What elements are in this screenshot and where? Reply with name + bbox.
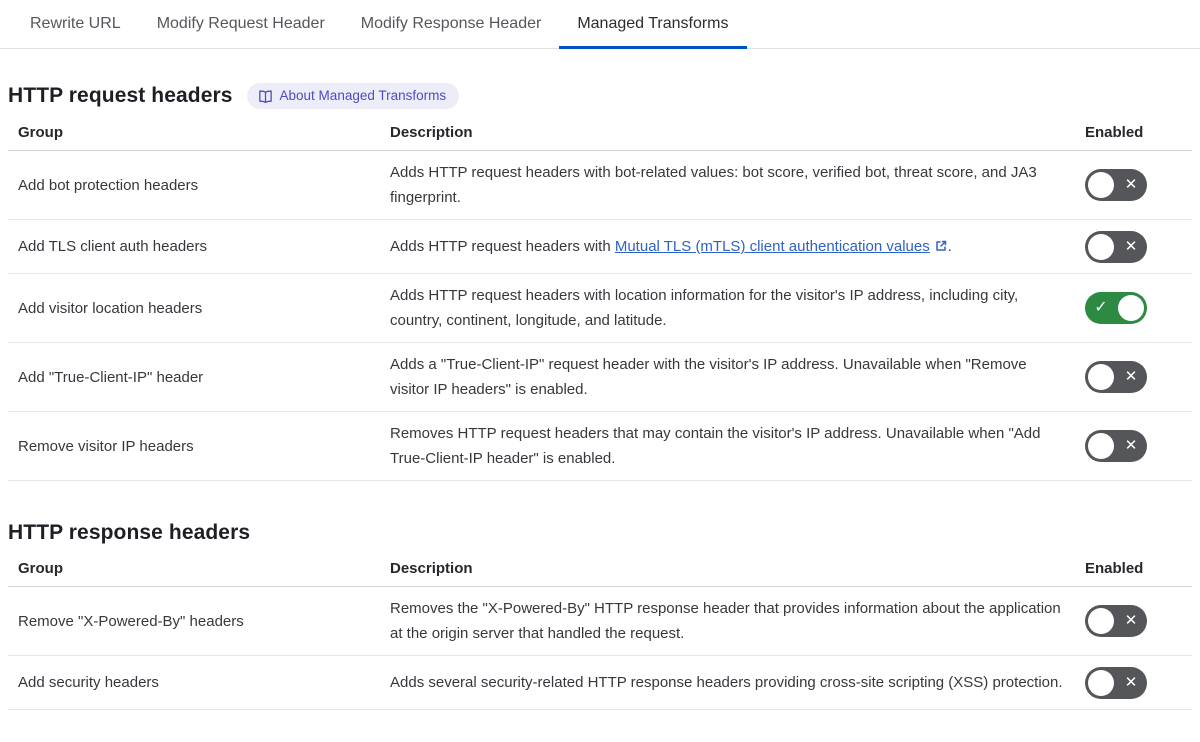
toggle-add-bot-protection-headers[interactable]: ✕ (1085, 169, 1147, 201)
description-cell: Adds HTTP request headers with bot-relat… (390, 164, 1037, 206)
table-row-add-true-client-ip-header: Add "True-Client-IP" header Adds a "True-… (8, 343, 1192, 412)
description-cell: Removes HTTP request headers that may co… (390, 425, 1041, 467)
table-header-row: Group Description Enabled (8, 555, 1192, 587)
tab-modify-request-header[interactable]: Modify Request Header (139, 0, 343, 48)
toggle-add-tls-client-auth-headers[interactable]: ✕ (1085, 230, 1147, 263)
group-cell: Add "True-Client-IP" header (18, 368, 204, 386)
x-icon: ✕ (1124, 673, 1138, 691)
table-row-add-bot-protection-headers: Add bot protection headers Adds HTTP requ… (8, 151, 1192, 220)
request-section-title: HTTP request headers (8, 84, 233, 107)
toggle-knob (1118, 295, 1144, 321)
http-request-headers-section: HTTP request headers About Managed Trans… (8, 83, 1192, 481)
column-header-group: Group (18, 124, 63, 141)
group-cell: Add security headers (18, 674, 159, 691)
response-section-header: HTTP response headers (8, 521, 1192, 545)
enabled-cell: ✓ (1085, 292, 1147, 324)
table-row-add-tls-client-auth-headers: Add TLS client auth headers Adds HTTP req… (8, 220, 1192, 274)
column-header-description: Description (390, 560, 473, 577)
toggle-knob (1088, 669, 1114, 696)
x-icon: ✕ (1124, 176, 1138, 193)
tab-modify-response-header[interactable]: Modify Response Header (343, 0, 560, 48)
managed-transforms-page: HTTP request headers About Managed Trans… (0, 83, 1200, 710)
about-managed-transforms-badge[interactable]: About Managed Transforms (246, 83, 460, 109)
group-cell: Remove "X-Powered-By" headers (18, 612, 244, 630)
mtls-client-auth-link[interactable]: Mutual TLS (mTLS) client authentication … (615, 238, 930, 255)
toggle-knob (1088, 172, 1114, 198)
check-icon: ✓ (1094, 299, 1108, 316)
group-cell: Add TLS client auth headers (18, 238, 208, 255)
column-header-group: Group (18, 560, 63, 577)
request-headers-table: Group Description Enabled Add bot protectio… (8, 119, 1192, 481)
badge-label: About Managed Transforms (279, 88, 447, 103)
table-row-add-visitor-location-headers: Add visitor location headers Adds HTTP re… (8, 274, 1192, 343)
description-cell: Adds a "True-Client-IP" request header w… (390, 356, 1027, 398)
external-link-icon (930, 238, 948, 255)
table-row-remove-visitor-ip-headers: Remove visitor IP headers Removes HTTP re… (8, 412, 1192, 481)
toggle-remove-x-powered-by-headers[interactable]: ✕ (1085, 605, 1147, 637)
table-row-add-security-headers: Add security headers Adds several securit… (8, 656, 1192, 710)
tab-managed-transforms[interactable]: Managed Transforms (559, 0, 747, 49)
request-section-header: HTTP request headers About Managed Trans… (8, 83, 1192, 109)
response-section-title: HTTP response headers (8, 521, 251, 544)
description-cell: Adds several security-related HTTP respo… (390, 674, 1063, 691)
group-cell: Remove visitor IP headers (18, 437, 194, 455)
x-icon: ✕ (1124, 612, 1138, 629)
enabled-cell: ✕ (1085, 169, 1147, 201)
toggle-add-visitor-location-headers[interactable]: ✓ (1085, 292, 1147, 324)
enabled-cell: ✕ (1085, 430, 1147, 462)
description-cell: Adds HTTP request headers with Mutual TL… (390, 238, 952, 255)
open-book-icon (258, 89, 273, 104)
x-icon: ✕ (1124, 368, 1138, 385)
enabled-cell: ✕ (1085, 666, 1147, 699)
toggle-knob (1088, 433, 1114, 459)
http-response-headers-section: HTTP response headers Group Description En… (8, 521, 1192, 710)
column-header-enabled: Enabled (1085, 124, 1144, 141)
tab-bar: Rewrite URL Modify Request Header Modify R… (0, 0, 1200, 49)
toggle-add-security-headers[interactable]: ✕ (1085, 666, 1147, 699)
toggle-knob (1088, 233, 1114, 260)
column-header-description: Description (390, 124, 473, 141)
enabled-cell: ✕ (1085, 605, 1147, 637)
enabled-cell: ✕ (1085, 230, 1147, 263)
toggle-remove-visitor-ip-headers[interactable]: ✕ (1085, 430, 1147, 462)
column-header-enabled: Enabled (1085, 560, 1144, 577)
x-icon: ✕ (1124, 437, 1138, 454)
group-cell: Add visitor location headers (18, 299, 203, 317)
x-icon: ✕ (1124, 237, 1138, 255)
enabled-cell: ✕ (1085, 361, 1147, 393)
tab-rewrite-url[interactable]: Rewrite URL (12, 0, 139, 48)
table-header-row: Group Description Enabled (8, 119, 1192, 151)
toggle-add-true-client-ip-header[interactable]: ✕ (1085, 361, 1147, 393)
description-cell: Removes the "X-Powered-By" HTTP response… (390, 600, 1061, 642)
response-headers-table: Group Description Enabled Remove "X-Powered… (8, 555, 1192, 710)
toggle-knob (1088, 364, 1114, 390)
group-cell: Add bot protection headers (18, 176, 199, 194)
description-cell: Adds HTTP request headers with location … (390, 287, 1019, 329)
table-row-remove-x-powered-by-headers: Remove "X-Powered-By" headers Removes the… (8, 587, 1192, 656)
toggle-knob (1088, 608, 1114, 634)
